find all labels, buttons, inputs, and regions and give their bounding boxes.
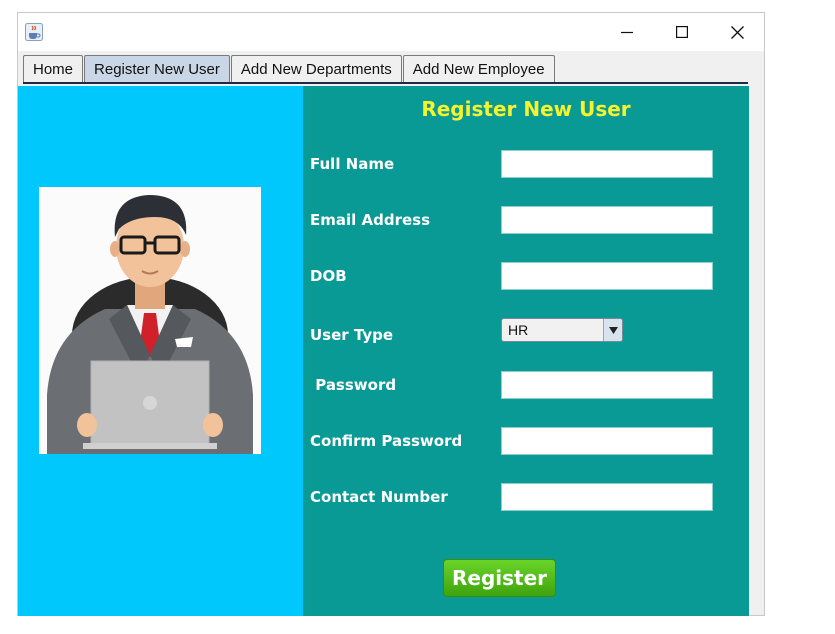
minimize-icon — [621, 31, 633, 34]
tab-bar: Home Register New User Add New Departmen… — [23, 55, 556, 83]
close-icon — [730, 25, 744, 39]
confirm-password-field[interactable] — [501, 427, 713, 455]
user-illustration — [39, 187, 261, 454]
title-bar — [18, 13, 764, 51]
close-button[interactable] — [723, 21, 751, 43]
email-field[interactable] — [501, 206, 713, 234]
maximize-icon — [676, 26, 688, 38]
full-name-label: Full Name — [310, 155, 395, 173]
user-type-value: HR — [508, 322, 529, 338]
contact-number-field[interactable] — [501, 483, 713, 511]
app-window: Home Register New User Add New Departmen… — [17, 12, 765, 616]
dropdown-arrow-icon[interactable] — [603, 319, 622, 341]
password-label: Password — [310, 376, 397, 394]
tab-register-new-user[interactable]: Register New User — [84, 55, 230, 82]
dob-label: DOB — [310, 267, 347, 285]
full-name-field[interactable] — [501, 150, 713, 178]
email-address-label: Email Address — [310, 211, 431, 229]
tab-content: Register New User Full Name Email Addres… — [18, 86, 749, 616]
minimize-button[interactable] — [613, 21, 641, 43]
java-cup-icon — [25, 23, 43, 41]
businessman-with-laptop-illustration — [47, 195, 253, 454]
tab-add-new-employee[interactable]: Add New Employee — [402, 55, 555, 82]
user-type-select[interactable]: HR — [501, 318, 623, 342]
illustration-panel — [18, 86, 303, 616]
password-field[interactable] — [501, 371, 713, 399]
tab-underline — [23, 82, 748, 84]
dob-field[interactable] — [501, 262, 713, 290]
maximize-button[interactable] — [668, 21, 696, 43]
confirm-password-label: Confirm Password — [310, 432, 463, 450]
user-type-label: User Type — [310, 326, 394, 344]
tab-home[interactable]: Home — [23, 55, 84, 82]
registration-form: Register New User Full Name Email Addres… — [303, 86, 749, 616]
contact-number-label: Contact Number — [310, 488, 448, 506]
register-button[interactable]: Register — [443, 559, 556, 597]
tab-add-new-departments[interactable]: Add New Departments — [230, 55, 402, 82]
form-title: Register New User — [421, 97, 631, 121]
